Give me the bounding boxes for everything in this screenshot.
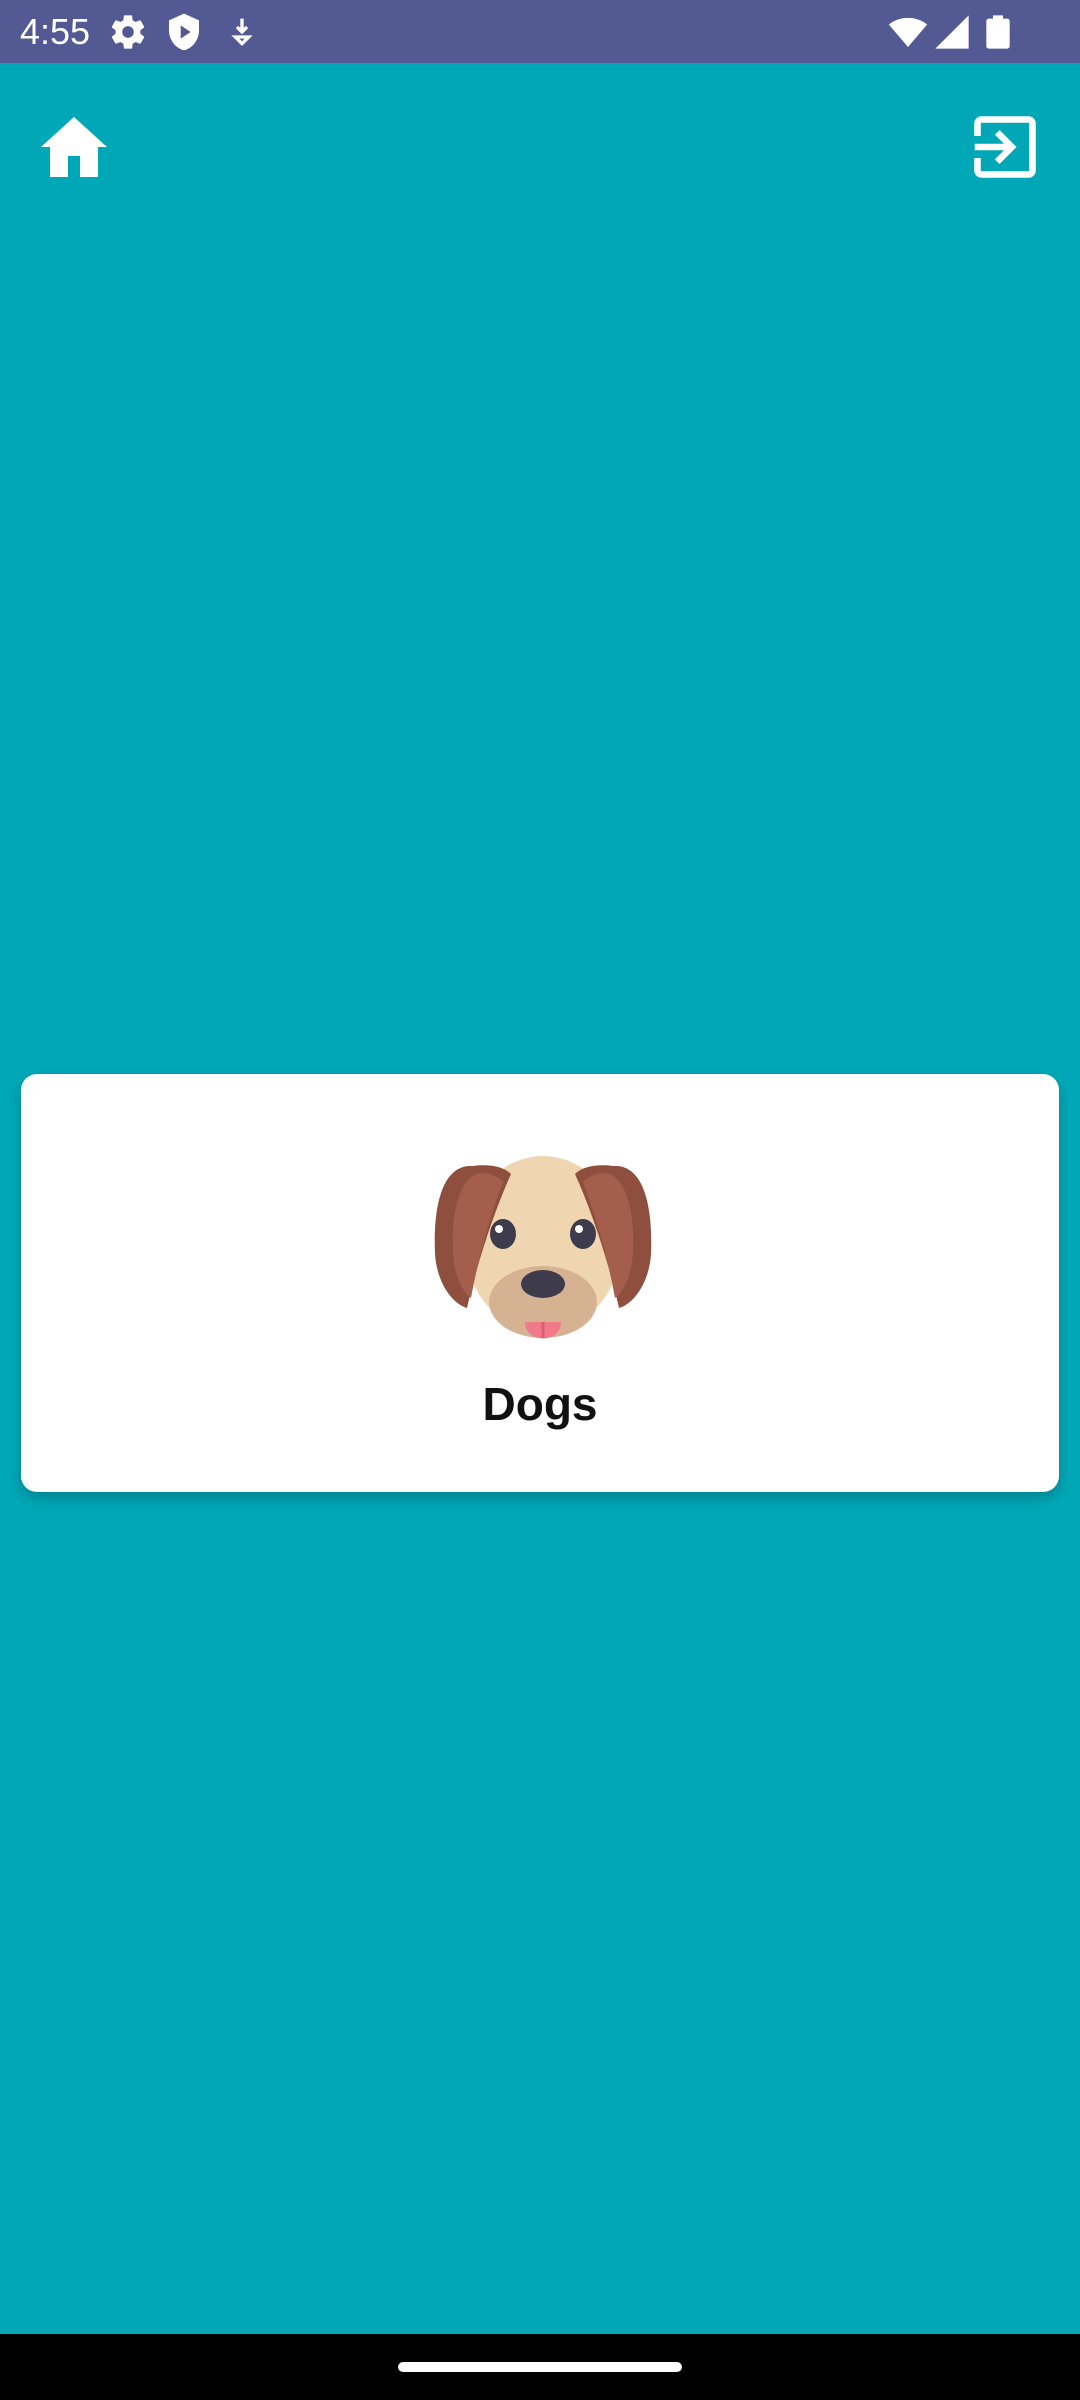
download-icon	[231, 18, 253, 47]
screen: 4:55 Dogs	[0, 0, 1080, 2400]
settings-icon	[111, 15, 145, 49]
exit-icon[interactable]	[972, 114, 1038, 180]
wifi-icon	[888, 17, 928, 47]
status-bar: 4:55	[0, 0, 1080, 63]
card-title: Dogs	[482, 1378, 598, 1430]
category-card-dogs[interactable]: Dogs	[21, 1074, 1059, 1492]
status-time: 4:55	[20, 11, 91, 52]
gesture-handle[interactable]	[398, 2362, 682, 2372]
home-icon[interactable]	[38, 114, 110, 180]
battery-icon	[986, 15, 1010, 49]
dog-icon	[434, 1156, 652, 1339]
signal-icon	[935, 15, 969, 49]
shield-play-icon	[169, 13, 199, 51]
navigation-bar	[0, 2334, 1080, 2400]
